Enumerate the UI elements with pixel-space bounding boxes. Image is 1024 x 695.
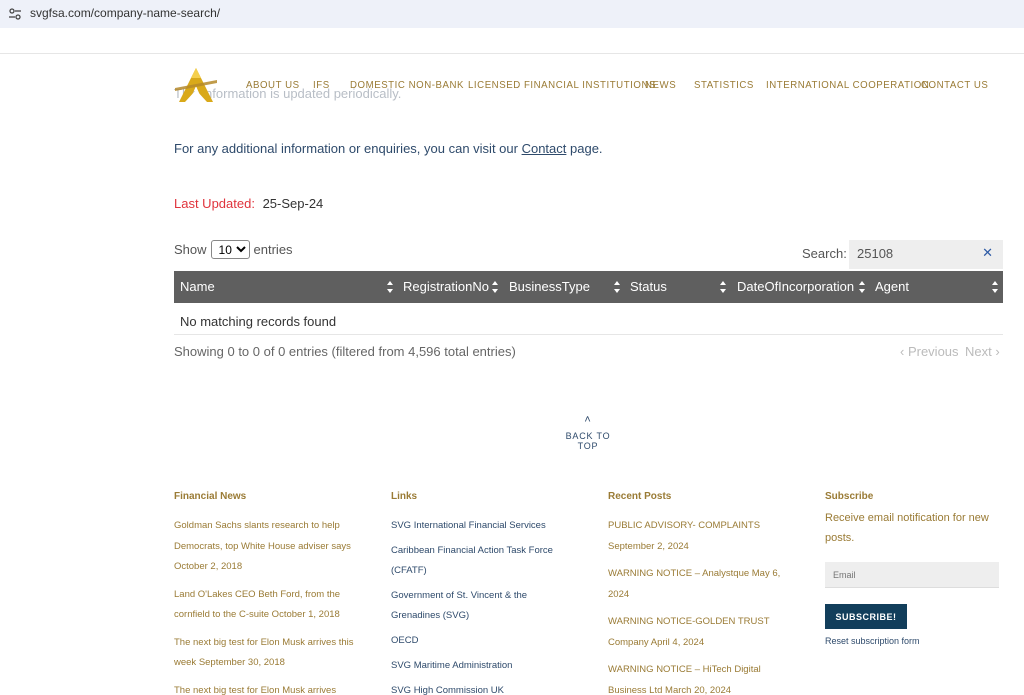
page-length-select[interactable]: 10: [210, 240, 250, 259]
footer-link[interactable]: OECD: [391, 631, 571, 651]
nav-statistics[interactable]: STATISTICS: [694, 79, 754, 91]
sort-icon[interactable]: [719, 280, 727, 294]
chevron-right-icon: ›: [991, 344, 1000, 359]
news-item[interactable]: The next big test for Elon Musk arrives …: [174, 633, 354, 674]
previous-label: Previous: [907, 344, 959, 359]
footer-link[interactable]: Caribbean Financial Action Task Force (C…: [391, 541, 571, 581]
entries-label: entries: [253, 242, 293, 257]
nav-ifs[interactable]: IFS: [313, 79, 330, 91]
email-field[interactable]: [825, 562, 999, 588]
recent-post[interactable]: WARNING NOTICE-GOLDEN TRUST Company Apri…: [608, 612, 788, 653]
last-updated-label: Last Updated:: [174, 196, 255, 211]
nav-domestic-non-bank[interactable]: DOMESTIC NON-BANK: [350, 79, 464, 91]
news-item[interactable]: The next big test for Elon Musk arrives: [174, 681, 354, 695]
clear-search-icon[interactable]: ✕: [982, 246, 993, 261]
col-agent[interactable]: Agent: [875, 271, 909, 303]
last-updated-value: 25-Sep-24: [262, 196, 324, 211]
table-row-divider: [174, 334, 1003, 335]
footer-link[interactable]: SVG International Financial Services: [391, 516, 571, 536]
search-label: Search:: [802, 246, 847, 261]
page-length-control: Show 10 entries: [174, 240, 293, 259]
col-business-type[interactable]: BusinessType: [509, 271, 590, 303]
chevron-left-icon: ‹: [900, 344, 908, 359]
address-url[interactable]: svgfsa.com/company-name-search/: [30, 6, 220, 20]
col-registration-no[interactable]: RegistrationNo: [403, 271, 489, 303]
subscribe-text: Receive email notification for new posts…: [825, 512, 989, 544]
recent-post[interactable]: PUBLIC ADVISORY- COMPLAINTS September 2,…: [608, 516, 788, 557]
footer-links: Links SVG International Financial Servic…: [391, 491, 571, 695]
next-label: Next: [965, 344, 992, 359]
next-button[interactable]: Next ›: [965, 344, 1000, 359]
nav-international-cooperation[interactable]: INTERNATIONAL COOPERATION: [766, 79, 929, 91]
subscribe-title: Subscribe: [825, 491, 874, 502]
back-to-top-button[interactable]: ˄ BACK TO TOP: [560, 414, 616, 452]
sort-icon[interactable]: [386, 280, 394, 294]
footer-link[interactable]: SVG Maritime Administration: [391, 656, 571, 676]
financial-news-title: Financial News: [174, 491, 247, 502]
col-name[interactable]: Name: [180, 271, 215, 303]
subscribe-button[interactable]: SUBSCRIBE!: [825, 604, 907, 629]
nav-news[interactable]: NEWS: [645, 79, 676, 91]
header-divider: [0, 53, 1024, 54]
nav-contact-us[interactable]: CONTACT US: [921, 79, 988, 91]
nav-about-us[interactable]: ABOUT US: [246, 79, 300, 91]
search-box[interactable]: ✕: [849, 240, 1003, 269]
footer-link[interactable]: SVG High Commission UK: [391, 681, 571, 695]
recent-post[interactable]: WARNING NOTICE – Analystque May 6, 2024: [608, 564, 788, 605]
col-date-of-incorporation[interactable]: DateOfIncorporation: [737, 271, 854, 303]
footer-recent-posts: Recent Posts PUBLIC ADVISORY- COMPLAINTS…: [608, 491, 788, 695]
footer-link[interactable]: Government of St. Vincent & the Grenadin…: [391, 586, 571, 626]
footer-financial-news: Financial News Goldman Sachs slants rese…: [174, 491, 354, 695]
chevron-up-icon: ˄: [584, 414, 592, 426]
main-nav: ABOUT US IFS DOMESTIC NON-BANK LICENSED …: [0, 79, 1024, 95]
recent-posts-title: Recent Posts: [608, 491, 672, 502]
links-title: Links: [391, 491, 418, 502]
search-input[interactable]: [857, 246, 977, 261]
news-item[interactable]: Land O'Lakes CEO Beth Ford, from the cor…: [174, 585, 354, 626]
enquiries-paragraph: For any additional information or enquir…: [174, 141, 603, 156]
back-to-top-label: BACK TO TOP: [565, 431, 611, 451]
news-item[interactable]: Goldman Sachs slants research to help De…: [174, 516, 354, 578]
para-prefix: For any additional information or enquir…: [174, 141, 522, 156]
recent-post[interactable]: WARNING NOTICE – HiTech Digital Business…: [608, 660, 788, 695]
table-info: Showing 0 to 0 of 0 entries (filtered fr…: [174, 344, 516, 359]
last-updated: Last Updated: 25-Sep-24: [174, 196, 323, 211]
table-header: Name RegistrationNo BusinessType Status …: [174, 271, 1003, 303]
footer-subscribe: Subscribe Receive email notification for…: [825, 491, 1005, 646]
sort-icon[interactable]: [991, 280, 999, 294]
empty-table-message: No matching records found: [180, 314, 337, 329]
sort-icon[interactable]: [491, 280, 499, 294]
col-status[interactable]: Status: [630, 271, 667, 303]
sort-icon[interactable]: [858, 280, 866, 294]
site-settings-icon[interactable]: [8, 7, 22, 21]
nav-licensed-financial-institutions[interactable]: LICENSED FINANCIAL INSTITUTIONS: [468, 79, 656, 91]
contact-link[interactable]: Contact: [522, 141, 567, 156]
address-bar[interactable]: svgfsa.com/company-name-search/: [0, 0, 1024, 28]
reset-subscription-link[interactable]: Reset subscription form: [825, 636, 1005, 646]
previous-button[interactable]: ‹ Previous: [900, 344, 959, 359]
show-label: Show: [174, 242, 207, 257]
sort-icon[interactable]: [613, 280, 621, 294]
para-suffix: page.: [566, 141, 603, 156]
